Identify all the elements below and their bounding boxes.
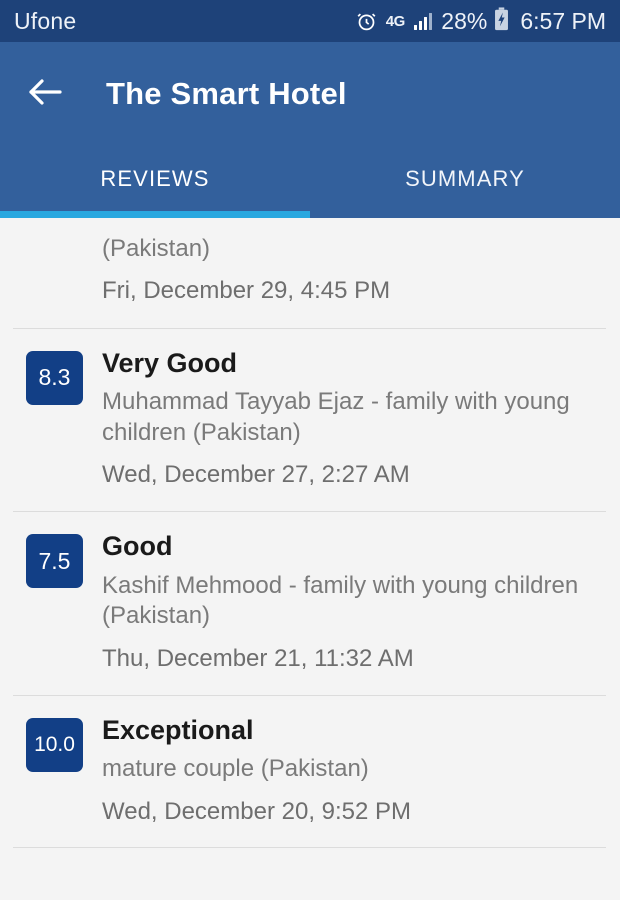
review-date: Fri, December 29, 4:45 PM bbox=[102, 277, 391, 305]
battery-percent-label: 28% bbox=[441, 7, 488, 34]
signal-bars-icon bbox=[413, 12, 433, 30]
review-date: Thu, December 21, 11:32 AM bbox=[102, 644, 414, 672]
review-body: Good Kashif Mehmood - family with young … bbox=[83, 520, 606, 674]
tab-indicator bbox=[0, 211, 310, 218]
score-badge: 8.3 bbox=[26, 350, 83, 405]
score-badge: 10.0 bbox=[26, 717, 83, 772]
review-title: Very Good bbox=[102, 347, 238, 378]
page-title: The Smart Hotel bbox=[106, 76, 347, 111]
review-author: mature couple (Pakistan) bbox=[102, 755, 369, 783]
review-body: (Pakistan) Fri, December 29, 4:45 PM bbox=[83, 220, 606, 307]
list-item[interactable]: 10.0 Exceptional mature couple (Pakistan… bbox=[0, 704, 620, 827]
review-author: Kashif Mehmood - family with young child… bbox=[102, 571, 579, 630]
back-button[interactable] bbox=[22, 71, 68, 117]
battery-charging-icon bbox=[494, 6, 509, 36]
list-divider bbox=[13, 846, 606, 848]
status-bar: Ufone 4G 28% 6:57 PM bbox=[0, 0, 620, 42]
network-type-label: 4G bbox=[385, 12, 406, 30]
list-item[interactable]: 8.3 Very Good Muhammad Tayyab Ejaz - fam… bbox=[0, 337, 620, 491]
list-item[interactable]: (Pakistan) Fri, December 29, 4:45 PM bbox=[0, 218, 620, 307]
alarm-icon bbox=[356, 11, 377, 32]
back-arrow-icon bbox=[26, 77, 64, 112]
score-badge: 7.5 bbox=[26, 534, 83, 589]
review-title: Good bbox=[102, 531, 173, 562]
list-item[interactable]: 7.5 Good Kashif Mehmood - family with yo… bbox=[0, 520, 620, 674]
review-list: (Pakistan) Fri, December 29, 4:45 PM 8.3… bbox=[0, 218, 620, 848]
review-title: Exceptional bbox=[102, 714, 254, 745]
app-bar: The Smart Hotel bbox=[0, 42, 620, 146]
review-author: Muhammad Tayyab Ejaz - family with young… bbox=[102, 388, 570, 446]
tab-reviews[interactable]: REVIEWS bbox=[0, 146, 310, 218]
tab-summary[interactable]: SUMMARY bbox=[310, 146, 620, 218]
review-date: Wed, December 20, 9:52 PM bbox=[102, 797, 412, 825]
review-body: Exceptional mature couple (Pakistan) Wed… bbox=[83, 704, 606, 827]
clock-label: 6:57 PM bbox=[520, 7, 606, 34]
carrier-label: Ufone bbox=[14, 7, 77, 34]
review-body: Very Good Muhammad Tayyab Ejaz - family … bbox=[83, 337, 606, 491]
review-author: (Pakistan) bbox=[102, 235, 211, 262]
status-icons-group: 4G 28% 6:57 PM bbox=[356, 6, 606, 36]
review-date: Wed, December 27, 2:27 AM bbox=[102, 461, 410, 489]
tab-bar: REVIEWS SUMMARY bbox=[0, 146, 620, 218]
